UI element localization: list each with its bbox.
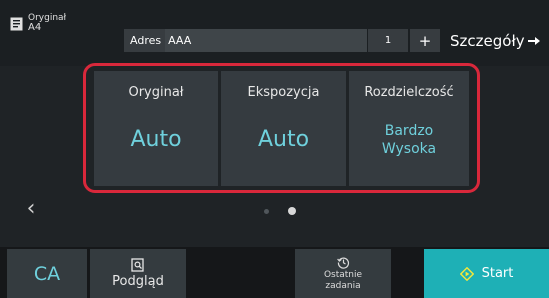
recent-label-line1: Ostatnie	[323, 270, 363, 281]
original-size: A4	[28, 22, 42, 34]
copies-plus-button[interactable]: +	[410, 29, 440, 52]
document-icon	[10, 17, 23, 31]
tile-resolution-value-line1: Bardzo	[384, 123, 434, 139]
recent-label-line2: zadania	[325, 280, 361, 291]
preview-button[interactable]: Podgląd	[90, 249, 186, 298]
address-field[interactable]: Adres AAA	[124, 29, 367, 52]
tile-resolution-value: Bardzo Wysoka	[382, 122, 436, 158]
address-value[interactable]: AAA	[165, 29, 367, 52]
address-label: Adres	[130, 34, 162, 47]
chevron-left-icon[interactable]: ‹	[20, 196, 42, 221]
tile-resolution-label: Rozdzielczość	[364, 85, 454, 100]
tile-resolution[interactable]: Rozdzielczość Bardzo Wysoka	[349, 71, 469, 186]
clear-all-button[interactable]: CA	[7, 249, 87, 298]
history-icon	[336, 257, 349, 269]
page-dot-1[interactable]	[264, 209, 269, 214]
tile-original-label: Oryginał	[128, 85, 184, 100]
recent-jobs-button[interactable]: Ostatnie zadania	[295, 249, 391, 298]
copies-count[interactable]: 1	[368, 29, 408, 52]
preview-icon	[131, 258, 144, 272]
tile-resolution-value-line2: Wysoka	[381, 141, 437, 158]
details-button[interactable]: Szczegóły	[443, 27, 547, 54]
start-diamond-icon	[459, 266, 474, 281]
arrow-right-icon	[527, 36, 540, 45]
page-dot-2-active[interactable]	[288, 207, 296, 215]
start-label: Start	[481, 266, 514, 281]
preview-label: Podgląd	[112, 274, 164, 289]
tile-exposure-value: Auto	[257, 127, 310, 152]
start-button[interactable]: Start	[424, 249, 549, 298]
tile-exposure[interactable]: Ekspozycja Auto	[221, 71, 346, 186]
original-info[interactable]: Oryginał A4	[10, 13, 66, 44]
tile-original-value: Auto	[130, 127, 182, 152]
tile-original[interactable]: Oryginał Auto	[94, 71, 218, 186]
tile-exposure-label: Ekspozycja	[247, 85, 320, 100]
details-label: Szczegóły	[450, 31, 525, 50]
